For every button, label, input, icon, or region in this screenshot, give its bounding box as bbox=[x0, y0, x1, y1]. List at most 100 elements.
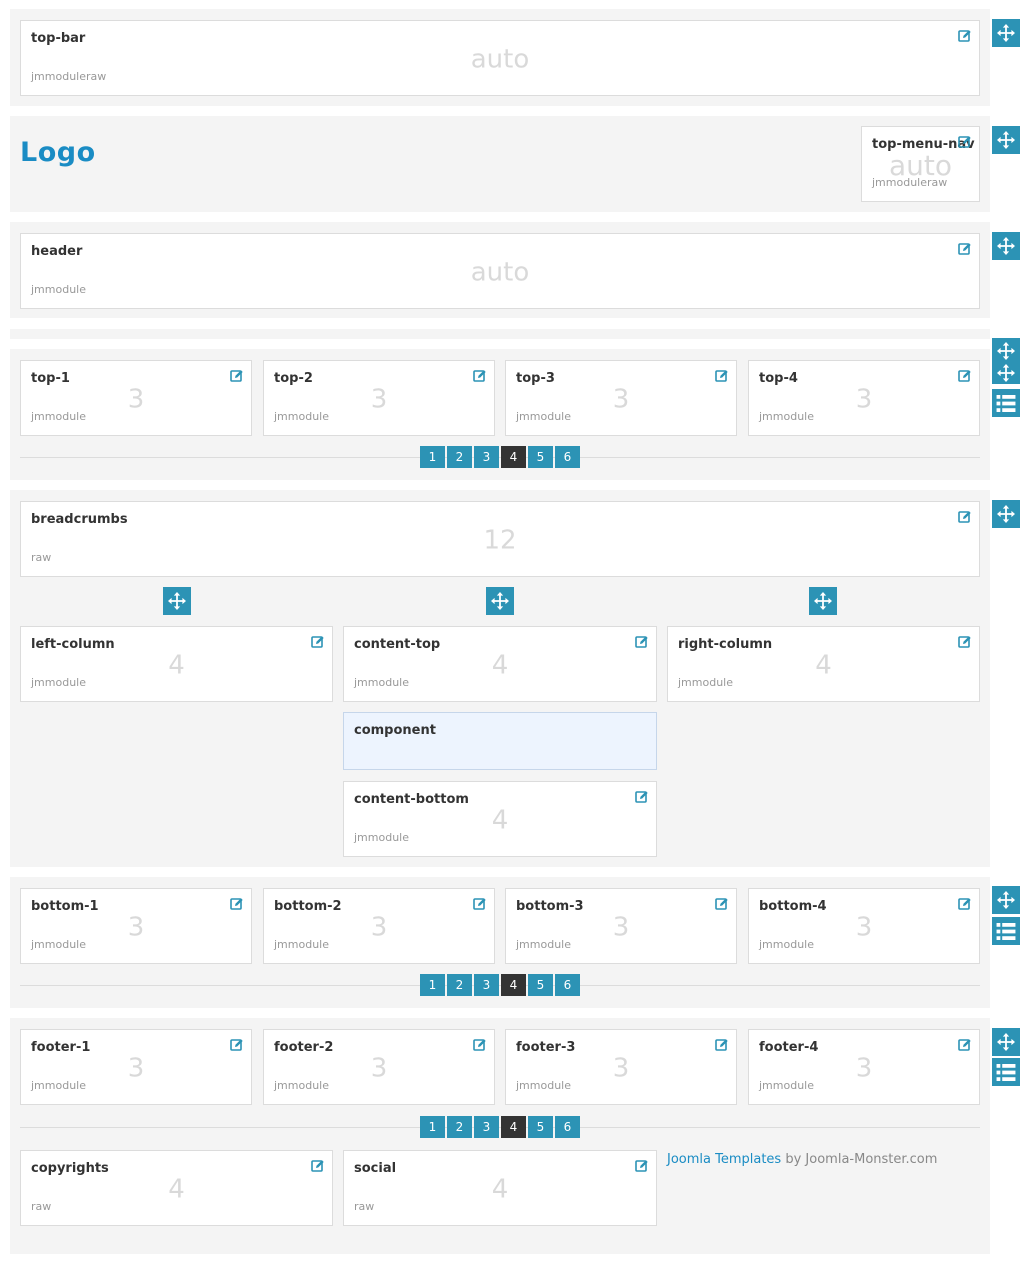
page-button-1[interactable]: 1 bbox=[420, 446, 445, 468]
page-button-6[interactable]: 6 bbox=[555, 1116, 580, 1138]
module-top-1[interactable]: top-1 3 jmmodule bbox=[20, 360, 252, 436]
page-button-6[interactable]: 6 bbox=[555, 974, 580, 996]
module-type: jmmoduleraw bbox=[872, 176, 948, 189]
move-icon[interactable] bbox=[992, 338, 1020, 364]
module-left-column[interactable]: left-column 4 jmmodule bbox=[20, 626, 333, 702]
module-title: right-column bbox=[678, 637, 773, 652]
module-type: jmmodule bbox=[516, 938, 571, 951]
module-top-3[interactable]: top-3 3 jmmodule bbox=[505, 360, 737, 436]
edit-icon[interactable] bbox=[958, 241, 972, 255]
module-content-bottom[interactable]: content-bottom 4 jmmodule bbox=[343, 781, 657, 857]
edit-icon[interactable] bbox=[958, 509, 972, 523]
module-header[interactable]: header auto jmmodule bbox=[20, 233, 980, 309]
move-icon[interactable] bbox=[992, 500, 1020, 528]
list-icon[interactable] bbox=[992, 917, 1020, 945]
joomla-templates-link[interactable]: Joomla Templates bbox=[667, 1152, 781, 1167]
credit-text: Joomla Templates by Joomla-Monster.com bbox=[667, 1152, 937, 1167]
page-button-6[interactable]: 6 bbox=[555, 446, 580, 468]
module-bottom-2[interactable]: bottom-2 3 jmmodule bbox=[263, 888, 495, 964]
module-title: top-3 bbox=[516, 371, 555, 386]
edit-icon[interactable] bbox=[958, 896, 972, 910]
edit-icon[interactable] bbox=[311, 1158, 325, 1172]
page-button-4[interactable]: 4 bbox=[501, 974, 526, 996]
page-button-2[interactable]: 2 bbox=[447, 446, 472, 468]
page-button-2[interactable]: 2 bbox=[447, 974, 472, 996]
move-icon[interactable] bbox=[992, 362, 1020, 384]
edit-icon[interactable] bbox=[230, 368, 244, 382]
module-title: copyrights bbox=[31, 1161, 109, 1176]
edit-icon[interactable] bbox=[230, 1037, 244, 1051]
module-type: jmmodule bbox=[274, 938, 329, 951]
component-block: component bbox=[343, 712, 657, 770]
edit-icon[interactable] bbox=[635, 789, 649, 803]
list-icon[interactable] bbox=[992, 389, 1020, 417]
module-copyrights[interactable]: copyrights 4 raw bbox=[20, 1150, 333, 1226]
module-title: bottom-1 bbox=[31, 899, 99, 914]
edit-icon[interactable] bbox=[473, 368, 487, 382]
page-button-5[interactable]: 5 bbox=[528, 1116, 553, 1138]
module-type: raw bbox=[354, 1200, 375, 1213]
module-top-4[interactable]: top-4 3 jmmodule bbox=[748, 360, 980, 436]
edit-icon[interactable] bbox=[958, 134, 972, 148]
component-title: component bbox=[354, 723, 436, 738]
page-button-3[interactable]: 3 bbox=[474, 1116, 499, 1138]
module-title: bottom-3 bbox=[516, 899, 584, 914]
module-bottom-3[interactable]: bottom-3 3 jmmodule bbox=[505, 888, 737, 964]
edit-icon[interactable] bbox=[958, 634, 972, 648]
edit-icon[interactable] bbox=[715, 368, 729, 382]
module-top-bar[interactable]: top-bar auto jmmoduleraw bbox=[20, 20, 980, 96]
module-type: jmmodule bbox=[759, 938, 814, 951]
move-icon[interactable] bbox=[992, 232, 1020, 260]
edit-icon[interactable] bbox=[958, 28, 972, 42]
page-button-4[interactable]: 4 bbox=[501, 446, 526, 468]
page-button-4[interactable]: 4 bbox=[501, 1116, 526, 1138]
edit-icon[interactable] bbox=[311, 634, 325, 648]
module-title: left-column bbox=[31, 637, 115, 652]
move-icon[interactable] bbox=[992, 19, 1020, 47]
module-footer-3[interactable]: footer-3 3 jmmodule bbox=[505, 1029, 737, 1105]
module-type: jmmodule bbox=[354, 676, 409, 689]
edit-icon[interactable] bbox=[635, 634, 649, 648]
module-footer-4[interactable]: footer-4 3 jmmodule bbox=[748, 1029, 980, 1105]
move-icon[interactable] bbox=[809, 587, 837, 615]
page-button-3[interactable]: 3 bbox=[474, 446, 499, 468]
list-icon[interactable] bbox=[992, 1058, 1020, 1086]
move-icon[interactable] bbox=[486, 587, 514, 615]
module-top-2[interactable]: top-2 3 jmmodule bbox=[263, 360, 495, 436]
module-social[interactable]: social 4 raw bbox=[343, 1150, 657, 1226]
move-icon[interactable] bbox=[992, 126, 1020, 154]
credit-rest: by Joomla-Monster.com bbox=[781, 1152, 938, 1167]
module-top-menu-nav[interactable]: top-menu-nav auto jmmoduleraw bbox=[861, 126, 980, 202]
page-button-2[interactable]: 2 bbox=[447, 1116, 472, 1138]
page-button-5[interactable]: 5 bbox=[528, 446, 553, 468]
edit-icon[interactable] bbox=[473, 1037, 487, 1051]
module-title: footer-1 bbox=[31, 1040, 91, 1055]
page-button-3[interactable]: 3 bbox=[474, 974, 499, 996]
edit-icon[interactable] bbox=[958, 1037, 972, 1051]
edit-icon[interactable] bbox=[473, 896, 487, 910]
edit-icon[interactable] bbox=[230, 896, 244, 910]
edit-icon[interactable] bbox=[635, 1158, 649, 1172]
page-button-1[interactable]: 1 bbox=[420, 974, 445, 996]
module-footer-2[interactable]: footer-2 3 jmmodule bbox=[263, 1029, 495, 1105]
edit-icon[interactable] bbox=[715, 1037, 729, 1051]
module-breadcrumbs[interactable]: breadcrumbs 12 raw bbox=[20, 501, 980, 577]
page-button-5[interactable]: 5 bbox=[528, 974, 553, 996]
module-footer-1[interactable]: footer-1 3 jmmodule bbox=[20, 1029, 252, 1105]
module-title: social bbox=[354, 1161, 397, 1176]
module-bottom-1[interactable]: bottom-1 3 jmmodule bbox=[20, 888, 252, 964]
module-right-column[interactable]: right-column 4 jmmodule bbox=[667, 626, 980, 702]
module-title: content-bottom bbox=[354, 792, 469, 807]
page-button-1[interactable]: 1 bbox=[420, 1116, 445, 1138]
edit-icon[interactable] bbox=[715, 896, 729, 910]
module-bottom-4[interactable]: bottom-4 3 jmmodule bbox=[748, 888, 980, 964]
move-icon[interactable] bbox=[992, 886, 1020, 914]
pagination-top: 123456 bbox=[420, 446, 582, 468]
module-title: bottom-4 bbox=[759, 899, 827, 914]
edit-icon[interactable] bbox=[958, 368, 972, 382]
move-icon[interactable] bbox=[163, 587, 191, 615]
logo[interactable]: Logo bbox=[20, 137, 96, 168]
module-content-top[interactable]: content-top 4 jmmodule bbox=[343, 626, 657, 702]
module-title: footer-2 bbox=[274, 1040, 334, 1055]
move-icon[interactable] bbox=[992, 1028, 1020, 1056]
